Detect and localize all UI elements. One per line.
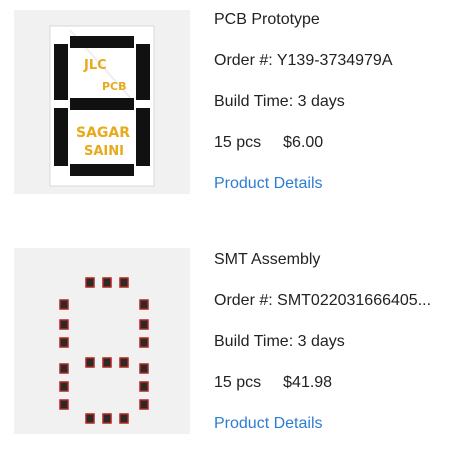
smt-component (85, 413, 95, 424)
build-time-value: 3 days (297, 333, 345, 350)
smt-component (102, 357, 112, 368)
silkscreen-text-pcb: PCB (102, 80, 127, 93)
price: $41.98 (283, 374, 333, 391)
order-item-smt-assembly: SMT Assembly Order #: SMT022031666405...… (0, 240, 466, 440)
build-time-value: 3 days (297, 93, 345, 110)
smt-component (59, 381, 69, 392)
build-time-row: Build Time: 3 days (214, 332, 345, 352)
smt-component (139, 299, 149, 310)
build-time-row: Build Time: 3 days (214, 92, 345, 112)
quantity-price-row: 15 pcs $41.98 (214, 373, 332, 393)
smt-component (59, 363, 69, 374)
product-name: SMT Assembly (214, 251, 321, 268)
quantity: 15 pcs (214, 134, 262, 151)
smt-component (59, 337, 69, 348)
smt-component (139, 337, 149, 348)
order-number-value: Y139-3734979A (276, 52, 393, 69)
product-thumbnail[interactable]: JLC PCB SAGAR SAINI (14, 10, 190, 194)
silkscreen-text-saini: SAINI (84, 144, 124, 159)
smt-component (59, 399, 69, 410)
smt-component (119, 357, 129, 368)
order-number-label: Order #: (214, 292, 273, 309)
order-item-pcb-prototype: JLC PCB SAGAR SAINI PCB Prototype Order … (0, 0, 466, 200)
order-number-row: Order #: Y139-3734979A (214, 51, 393, 71)
quantity: 15 pcs (214, 374, 262, 391)
build-time-label: Build Time: (214, 333, 294, 350)
price: $6.00 (283, 134, 324, 151)
build-time-label: Build Time: (214, 93, 294, 110)
smt-component (139, 399, 149, 410)
order-number-label: Order #: (214, 52, 273, 69)
smt-component (119, 277, 129, 288)
quantity-price-row: 15 pcs $6.00 (214, 133, 323, 153)
smt-component-layout-image (59, 277, 149, 424)
order-number-row: Order #: SMT022031666405... (214, 291, 460, 311)
silkscreen-text-jlc: JLC (83, 58, 107, 73)
product-details-link[interactable]: Product Details (214, 414, 323, 434)
product-details-link[interactable]: Product Details (214, 174, 323, 194)
silkscreen-text-sagar: SAGAR (76, 125, 130, 141)
smt-component (139, 363, 149, 374)
pcb-seven-segment-image: JLC PCB SAGAR SAINI (49, 25, 155, 187)
smt-component (139, 381, 149, 392)
smt-component (119, 413, 129, 424)
smt-component (102, 413, 112, 424)
smt-component (59, 299, 69, 310)
product-name: PCB Prototype (214, 11, 320, 28)
smt-component (102, 277, 112, 288)
smt-component (59, 319, 69, 330)
product-thumbnail[interactable] (14, 248, 190, 434)
smt-component (85, 277, 95, 288)
smt-component (139, 319, 149, 330)
smt-component (85, 357, 95, 368)
order-number-value: SMT022031666405... (277, 292, 432, 309)
